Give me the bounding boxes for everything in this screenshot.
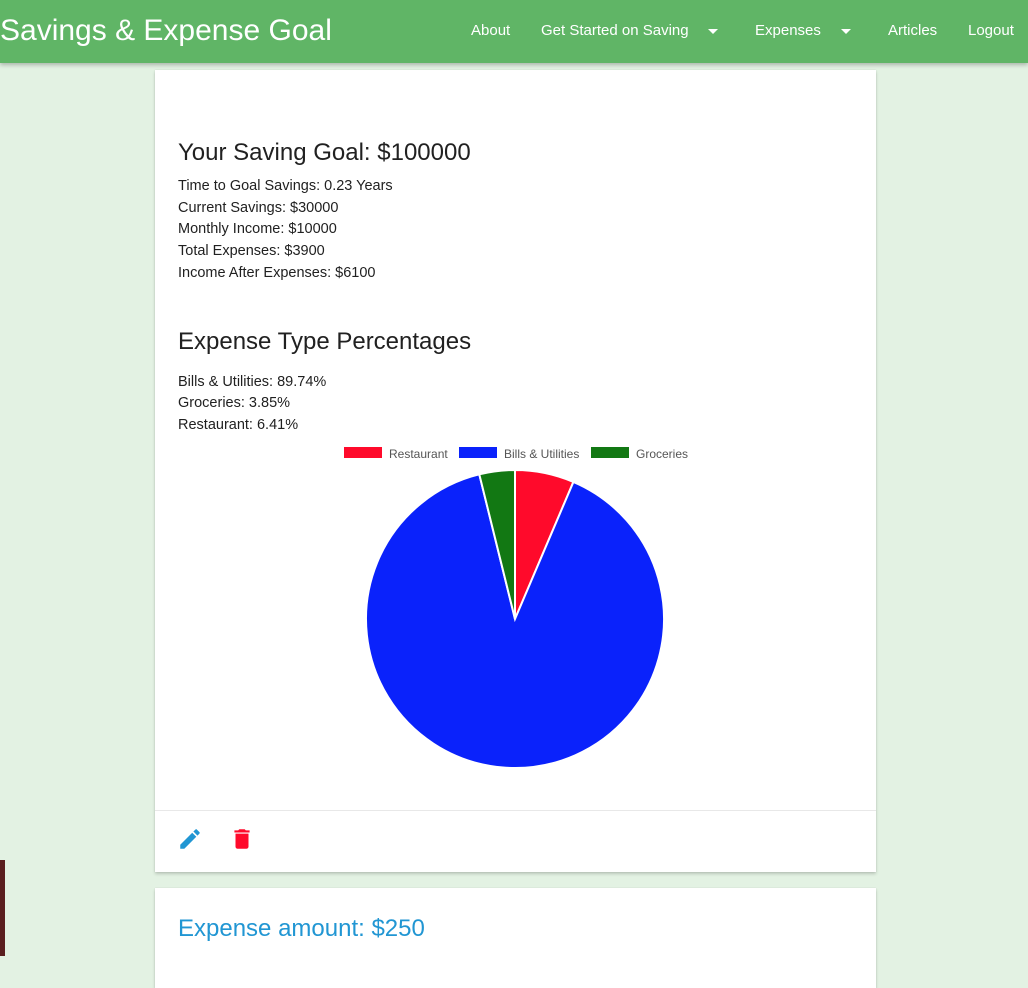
pencil-icon[interactable] [177, 826, 203, 852]
legend-swatch-groceries[interactable] [591, 447, 629, 458]
expense-amount-title: Expense amount: $250 [178, 915, 425, 942]
nav-get-started-dropdown[interactable]: Get Started on Saving [541, 21, 689, 41]
percentage-bills-utilities: Bills & Utilities: 89.74% [178, 374, 327, 390]
legend-label-restaurant[interactable]: Restaurant [389, 447, 448, 461]
nav-about[interactable]: About [471, 21, 510, 41]
stat-current-savings: Current Savings: $30000 [178, 200, 339, 216]
nav-expenses-dropdown[interactable]: Expenses [755, 21, 821, 41]
chevron-down-icon[interactable] [841, 29, 851, 34]
saving-goal-title: Your Saving Goal: $100000 [178, 139, 471, 166]
legend-label-bills-utilities[interactable]: Bills & Utilities [504, 447, 579, 461]
chevron-down-icon[interactable] [708, 29, 718, 34]
expense-pie-chart [365, 468, 665, 769]
stat-monthly-income: Monthly Income: $10000 [178, 221, 337, 237]
percentage-restaurant: Restaurant: 6.41% [178, 417, 299, 433]
percentage-groceries: Groceries: 3.85% [178, 395, 291, 411]
navbar: Savings & Expense Goal About Get Started… [0, 0, 1028, 63]
legend-swatch-bills-utilities[interactable] [459, 447, 497, 458]
trash-icon[interactable] [229, 826, 255, 852]
expense-card: Expense amount: $250 [155, 888, 876, 988]
saving-goal-card: Your Saving Goal: $100000 Time to Goal S… [155, 70, 876, 872]
stat-income-after-expenses: Income After Expenses: $6100 [178, 265, 376, 281]
window-edge [0, 860, 5, 956]
stat-time-to-goal: Time to Goal Savings: 0.23 Years [178, 178, 393, 194]
expense-percentages-title: Expense Type Percentages [178, 328, 472, 355]
legend-label-groceries[interactable]: Groceries [636, 447, 688, 461]
legend-swatch-restaurant[interactable] [344, 447, 382, 458]
nav-articles[interactable]: Articles [888, 21, 937, 41]
card-actions-divider [155, 810, 876, 811]
brand-title[interactable]: Savings & Expense Goal [0, 13, 332, 49]
stat-total-expenses: Total Expenses: $3900 [178, 243, 325, 259]
nav-logout[interactable]: Logout [968, 21, 1014, 41]
